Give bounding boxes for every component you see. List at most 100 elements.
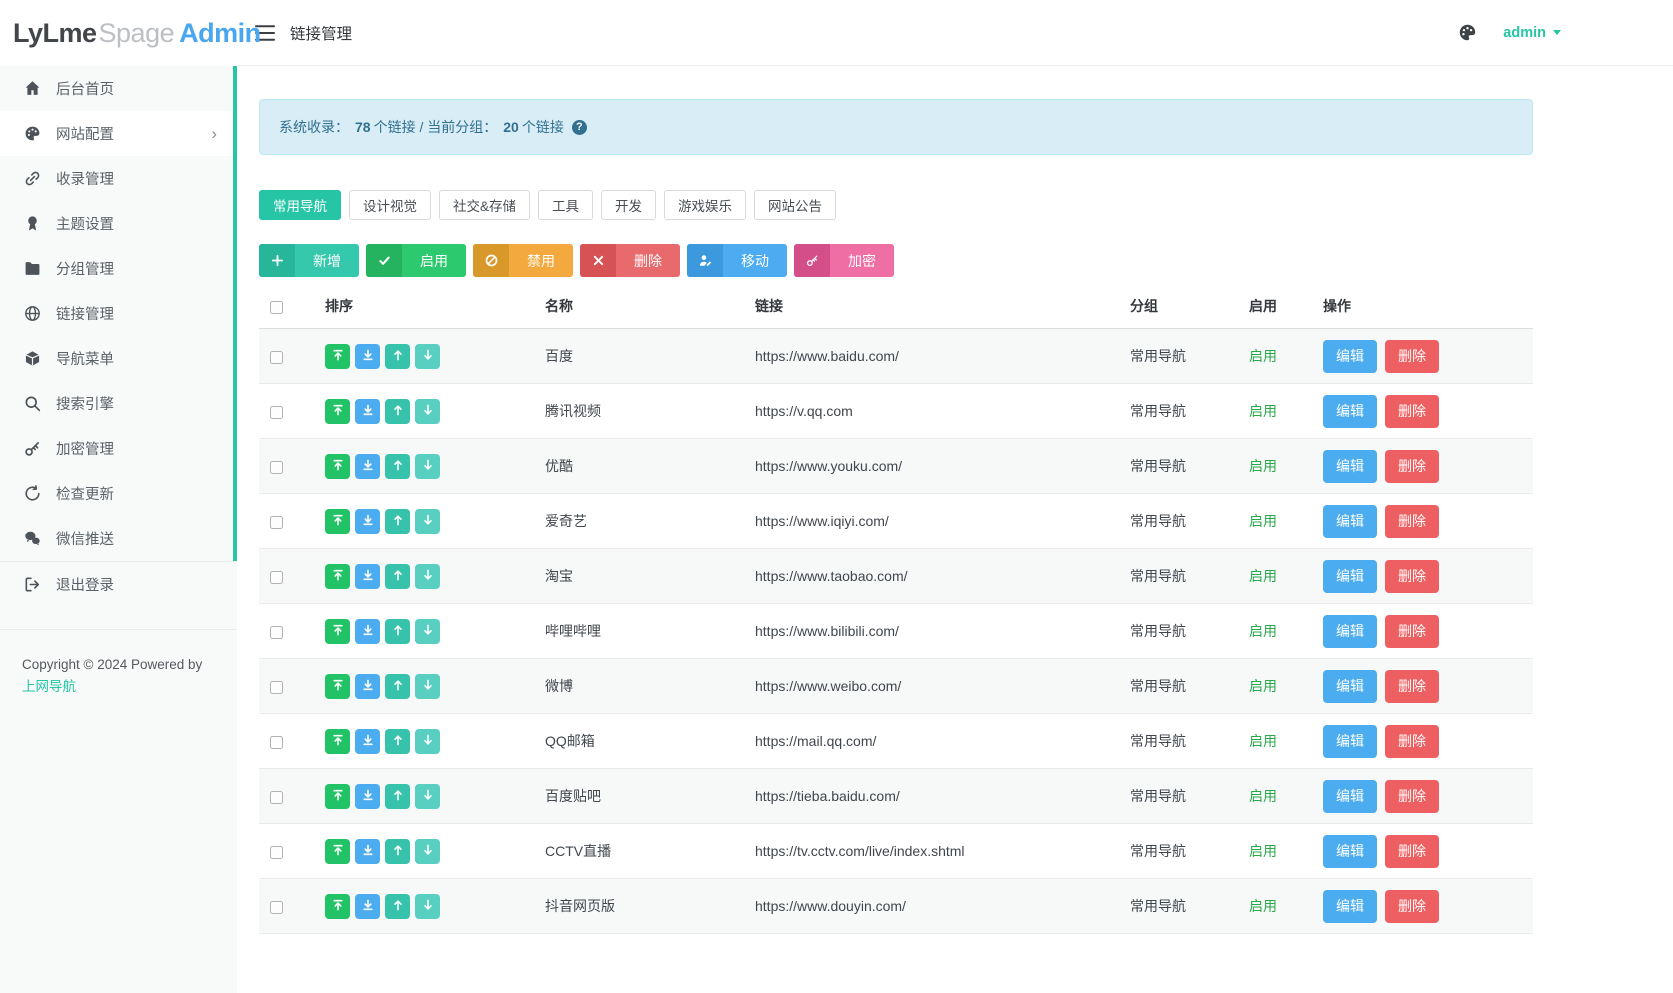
move-top-button[interactable]	[325, 564, 350, 589]
move-up-button[interactable]	[385, 509, 410, 534]
sidebar-item-nav-menu[interactable]: 导航菜单	[0, 336, 237, 381]
move-bottom-button[interactable]	[355, 564, 380, 589]
edit-button[interactable]: 编辑	[1323, 670, 1377, 703]
delete-button[interactable]: 删除	[1385, 725, 1439, 758]
move-up-button[interactable]	[385, 454, 410, 479]
row-checkbox[interactable]	[270, 626, 283, 639]
disable-button[interactable]: 禁用	[473, 244, 573, 277]
sidebar-item-logout[interactable]: 退出登录	[0, 562, 237, 607]
move-top-button[interactable]	[325, 454, 350, 479]
move-up-button[interactable]	[385, 674, 410, 699]
move-bottom-button[interactable]	[355, 344, 380, 369]
edit-button[interactable]: 编辑	[1323, 835, 1377, 868]
move-down-button[interactable]	[415, 399, 440, 424]
edit-button[interactable]: 编辑	[1323, 780, 1377, 813]
delete-button[interactable]: 删除	[1385, 395, 1439, 428]
move-up-button[interactable]	[385, 564, 410, 589]
powered-by-link[interactable]: 上网导航	[22, 676, 215, 698]
row-checkbox[interactable]	[270, 516, 283, 529]
category-tab-0[interactable]: 常用导航	[259, 190, 341, 220]
category-tab-4[interactable]: 开发	[601, 190, 656, 220]
category-tab-6[interactable]: 网站公告	[754, 190, 836, 220]
edit-button[interactable]: 编辑	[1323, 450, 1377, 483]
move-bottom-button[interactable]	[355, 454, 380, 479]
move-down-button[interactable]	[415, 894, 440, 919]
move-bottom-button[interactable]	[355, 839, 380, 864]
edit-button[interactable]: 编辑	[1323, 395, 1377, 428]
move-down-button[interactable]	[415, 839, 440, 864]
sidebar-item-links[interactable]: 链接管理	[0, 291, 237, 336]
delete-button[interactable]: 删除	[1385, 560, 1439, 593]
category-tab-2[interactable]: 社交&存储	[439, 190, 530, 220]
delete-button[interactable]: 删除	[580, 244, 680, 277]
move-down-button[interactable]	[415, 674, 440, 699]
delete-button[interactable]: 删除	[1385, 670, 1439, 703]
edit-button[interactable]: 编辑	[1323, 505, 1377, 538]
category-tab-3[interactable]: 工具	[538, 190, 593, 220]
move-up-button[interactable]	[385, 894, 410, 919]
sidebar-item-collect[interactable]: 收录管理	[0, 156, 237, 201]
move-down-button[interactable]	[415, 454, 440, 479]
select-all-checkbox[interactable]	[270, 301, 283, 314]
delete-button[interactable]: 删除	[1385, 615, 1439, 648]
edit-button[interactable]: 编辑	[1323, 890, 1377, 923]
theme-palette-icon[interactable]	[1458, 23, 1477, 42]
row-checkbox[interactable]	[270, 406, 283, 419]
category-tab-5[interactable]: 游戏娱乐	[664, 190, 746, 220]
move-up-button[interactable]	[385, 344, 410, 369]
category-tab-1[interactable]: 设计视觉	[349, 190, 431, 220]
delete-button[interactable]: 删除	[1385, 505, 1439, 538]
move-top-button[interactable]	[325, 674, 350, 699]
row-checkbox[interactable]	[270, 901, 283, 914]
enable-button[interactable]: 启用	[366, 244, 466, 277]
sidebar-item-encryption[interactable]: 加密管理	[0, 426, 237, 471]
move-down-button[interactable]	[415, 344, 440, 369]
delete-button[interactable]: 删除	[1385, 780, 1439, 813]
row-checkbox[interactable]	[270, 681, 283, 694]
edit-button[interactable]: 编辑	[1323, 725, 1377, 758]
sidebar-item-wechat-push[interactable]: 微信推送	[0, 516, 237, 561]
sidebar-item-home[interactable]: 后台首页	[0, 66, 237, 111]
move-bottom-button[interactable]	[355, 509, 380, 534]
move-down-button[interactable]	[415, 729, 440, 754]
move-down-button[interactable]	[415, 619, 440, 644]
move-button[interactable]: 移动	[687, 244, 787, 277]
encrypt-button[interactable]: 加密	[794, 244, 894, 277]
move-down-button[interactable]	[415, 564, 440, 589]
add-button[interactable]: 新增	[259, 244, 359, 277]
move-down-button[interactable]	[415, 784, 440, 809]
delete-button[interactable]: 删除	[1385, 450, 1439, 483]
row-checkbox[interactable]	[270, 461, 283, 474]
delete-button[interactable]: 删除	[1385, 835, 1439, 868]
row-checkbox[interactable]	[270, 571, 283, 584]
delete-button[interactable]: 删除	[1385, 890, 1439, 923]
user-dropdown[interactable]: admin	[1503, 25, 1561, 41]
edit-button[interactable]: 编辑	[1323, 615, 1377, 648]
move-bottom-button[interactable]	[355, 674, 380, 699]
move-top-button[interactable]	[325, 399, 350, 424]
sidebar-item-site-config[interactable]: 网站配置›	[0, 111, 237, 156]
move-top-button[interactable]	[325, 729, 350, 754]
edit-button[interactable]: 编辑	[1323, 340, 1377, 373]
move-top-button[interactable]	[325, 784, 350, 809]
move-top-button[interactable]	[325, 344, 350, 369]
row-checkbox[interactable]	[270, 791, 283, 804]
move-up-button[interactable]	[385, 399, 410, 424]
row-checkbox[interactable]	[270, 351, 283, 364]
row-checkbox[interactable]	[270, 736, 283, 749]
move-bottom-button[interactable]	[355, 784, 380, 809]
edit-button[interactable]: 编辑	[1323, 560, 1377, 593]
move-bottom-button[interactable]	[355, 619, 380, 644]
sidebar-item-search-engine[interactable]: 搜索引擎	[0, 381, 237, 426]
delete-button[interactable]: 删除	[1385, 340, 1439, 373]
sidebar-item-groups[interactable]: 分组管理	[0, 246, 237, 291]
sidebar-item-theme[interactable]: 主题设置	[0, 201, 237, 246]
move-up-button[interactable]	[385, 839, 410, 864]
move-up-button[interactable]	[385, 619, 410, 644]
move-bottom-button[interactable]	[355, 399, 380, 424]
help-icon[interactable]: ?	[572, 120, 587, 135]
move-top-button[interactable]	[325, 619, 350, 644]
move-bottom-button[interactable]	[355, 729, 380, 754]
move-top-button[interactable]	[325, 509, 350, 534]
move-up-button[interactable]	[385, 729, 410, 754]
